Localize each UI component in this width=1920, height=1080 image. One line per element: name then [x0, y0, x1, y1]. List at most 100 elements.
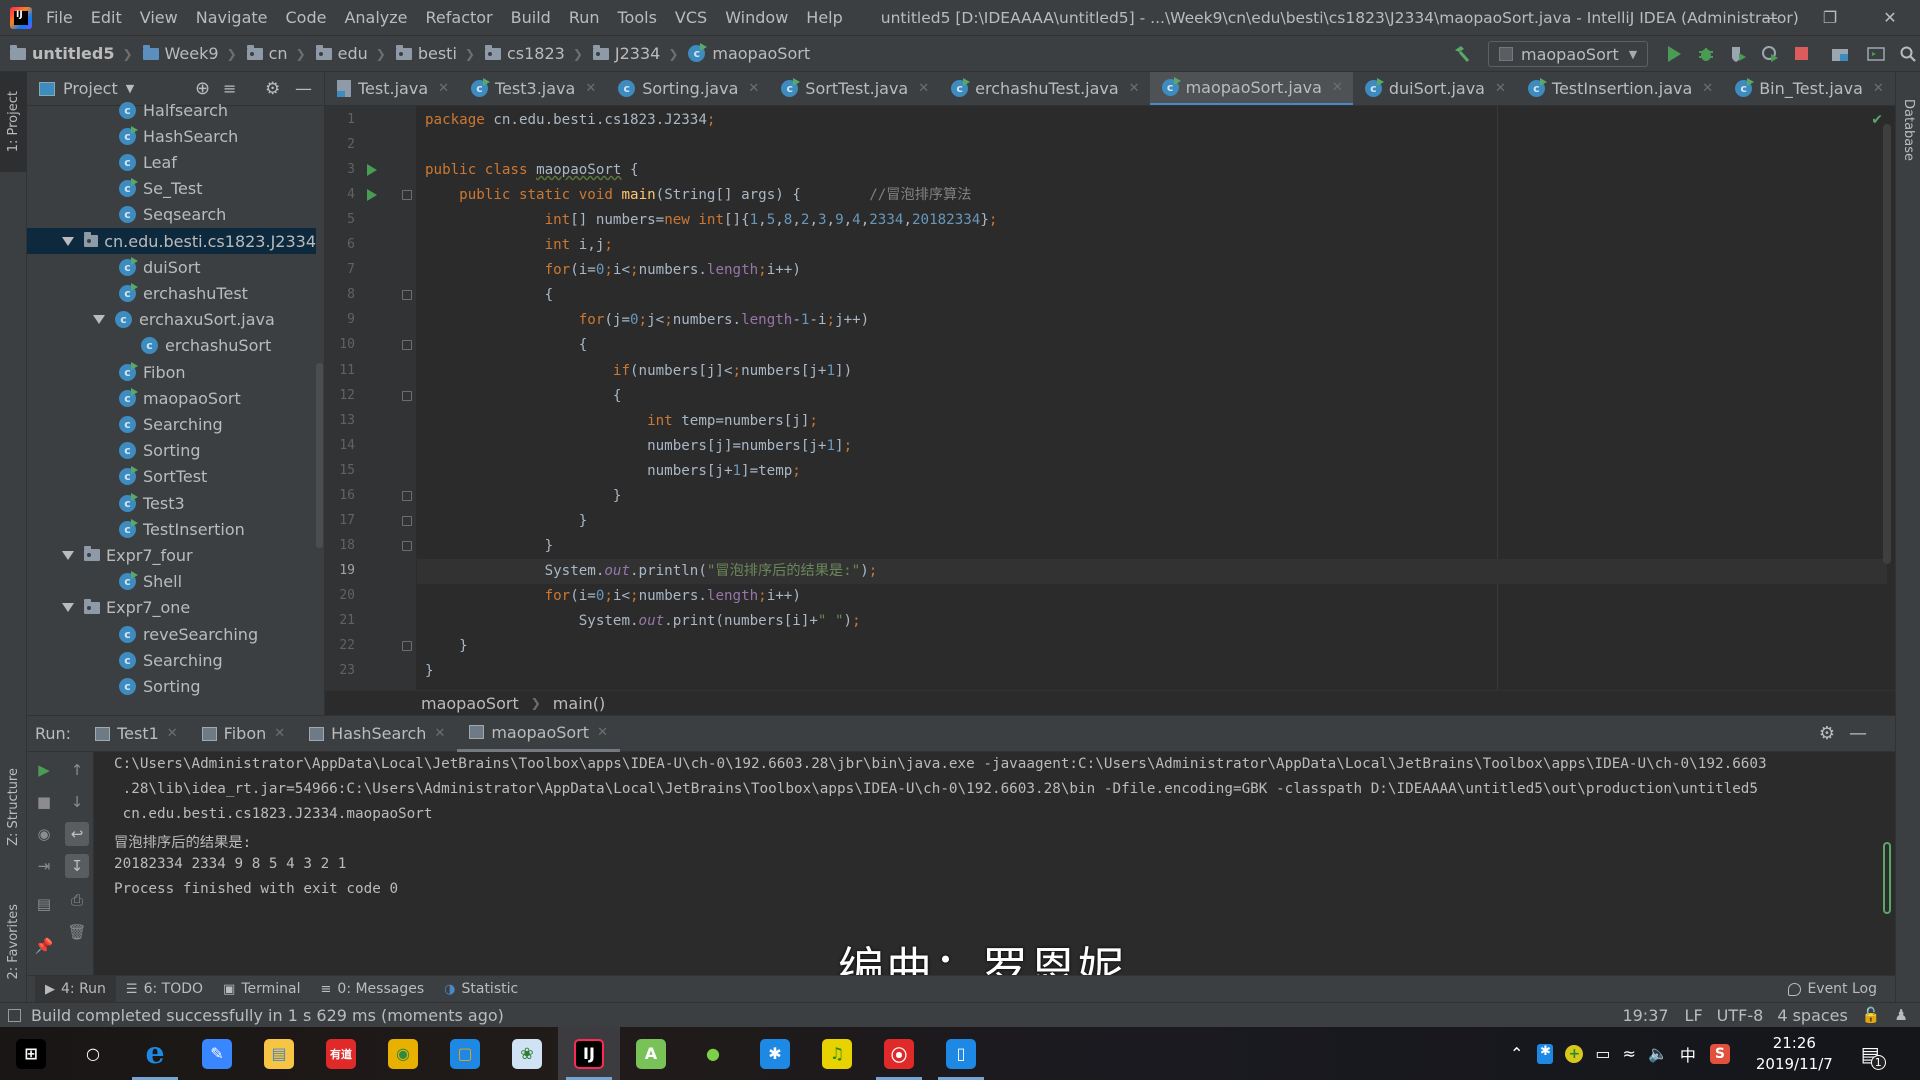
tree-item[interactable]: c Test3 — [27, 490, 316, 516]
structure-tool-tab[interactable]: Z: Structure — [0, 732, 27, 882]
dump-threads-icon[interactable]: ◉ — [32, 822, 56, 846]
indent-setting[interactable]: 4 spaces — [1777, 1006, 1848, 1025]
fold-marker-icon[interactable] — [402, 340, 412, 351]
expand-triangle-icon[interactable] — [62, 236, 74, 246]
tab-testinsertion-java[interactable]: c TestInsertion.java ✕ — [1516, 72, 1723, 105]
restore-button[interactable]: ❐ — [1800, 0, 1860, 35]
tool-tab-terminal[interactable]: ▣ Terminal — [213, 976, 310, 1002]
wifi-icon[interactable]: ≈ — [1623, 1044, 1636, 1063]
terminal-window-icon[interactable] — [1862, 40, 1890, 68]
tree-item[interactable]: c Halfsearch — [27, 97, 316, 123]
fold-marker-icon[interactable] — [402, 290, 412, 301]
close-tab-icon[interactable]: ✕ — [1129, 81, 1140, 96]
menu-file[interactable]: File — [46, 8, 73, 27]
tree-item[interactable]: c erchaxuSort.java — [27, 307, 316, 333]
console-scrollbar[interactable] — [1883, 842, 1891, 914]
event-log-button[interactable]: Event Log — [1788, 981, 1877, 997]
sogou-ime-icon[interactable]: S — [1709, 1043, 1730, 1064]
menu-analyze[interactable]: Analyze — [344, 8, 407, 27]
lock-icon[interactable]: 🔓 — [1862, 1006, 1881, 1024]
breadcrumb-item[interactable]: untitled5 ❯ — [10, 44, 133, 63]
tree-item[interactable]: c SortTest — [27, 464, 316, 490]
favorites-tool-tab[interactable]: 2: Favorites — [0, 862, 27, 1022]
breadcrumb-item[interactable]: cs1823 ❯ — [484, 44, 583, 63]
tab-test3-java[interactable]: c Test3.java ✕ — [459, 72, 606, 105]
fold-marker-icon[interactable] — [402, 190, 412, 201]
stop-icon[interactable]: ■ — [32, 790, 56, 814]
tree-item[interactable]: Expr7_one — [27, 595, 316, 621]
taskbar-paint[interactable]: ❀ — [496, 1027, 558, 1080]
taskbar-cortana[interactable]: ○ — [62, 1027, 124, 1080]
inspector-icon[interactable]: ♟ — [1895, 1006, 1908, 1024]
taskbar-start[interactable]: ⊞ — [0, 1027, 62, 1080]
run-tab-hashsearch[interactable]: HashSearch ✕ — [297, 716, 457, 752]
editor-scrollbar[interactable] — [1883, 124, 1891, 564]
tool-tab-4-run[interactable]: ▶ 4: Run — [35, 976, 116, 1002]
clear-all-trash-icon[interactable]: 🗑 — [65, 920, 89, 944]
tray-app-star-icon[interactable]: ✱ — [1537, 1043, 1554, 1064]
run-tab-fibon[interactable]: Fibon ✕ — [190, 716, 297, 752]
menu-build[interactable]: Build — [511, 8, 551, 27]
code-editor[interactable]: 1 2 3 4 5 6 7 8 9 10 11 12 13 14 15 16 17 18 19 20 21 22 23 pa… — [325, 106, 1895, 690]
run-with-coverage-icon[interactable] — [1724, 40, 1752, 68]
breadcrumb-item[interactable]: Week9 ❯ — [142, 44, 237, 63]
menu-code[interactable]: Code — [286, 8, 327, 27]
fold-marker-icon[interactable] — [402, 390, 412, 401]
run-tab-maopaosort[interactable]: maopaoSort ✕ — [457, 715, 620, 752]
build-hammer-icon[interactable] — [1448, 40, 1476, 68]
tool-tab-6-todo[interactable]: ☰ 6: TODO — [116, 976, 213, 1002]
chevron-down-icon[interactable]: ▼ — [126, 82, 134, 95]
close-tab-icon[interactable]: ✕ — [1495, 81, 1506, 96]
file-encoding[interactable]: UTF-8 — [1717, 1006, 1764, 1025]
fold-marker-icon[interactable] — [402, 515, 412, 526]
database-tool-tab[interactable]: Database — [1896, 80, 1920, 180]
tab-duisort-java[interactable]: c duiSort.java ✕ — [1353, 72, 1516, 105]
breadcrumb-method[interactable]: main() — [553, 694, 605, 713]
project-structure-icon[interactable] — [1826, 40, 1854, 68]
menu-tools[interactable]: Tools — [618, 8, 657, 27]
tree-item[interactable]: Expr7_four — [27, 542, 316, 568]
taskbar-file-explorer[interactable]: ▤ — [248, 1027, 310, 1080]
tool-tab-statistic[interactable]: ◑ Statistic — [434, 976, 528, 1002]
tab-test-java[interactable]: Test.java ✕ — [325, 72, 459, 105]
close-tab-icon[interactable]: ✕ — [274, 726, 285, 741]
run-gutter-icon[interactable] — [367, 189, 377, 202]
restore-layout-icon[interactable]: ⇥ — [32, 854, 56, 878]
tree-item[interactable]: c Searching — [27, 411, 316, 437]
battery-icon[interactable]: ▭ — [1595, 1044, 1610, 1063]
tree-item[interactable]: c Leaf — [27, 149, 316, 175]
tray-security-icon[interactable]: + — [1565, 1044, 1584, 1063]
breadcrumb-item[interactable]: J2334 ❯ — [592, 44, 678, 63]
taskbar-netease-music[interactable]: ⦿ — [868, 1027, 930, 1080]
caret-position[interactable]: 19:37 — [1622, 1006, 1668, 1025]
down-arrow-icon[interactable]: ↓ — [65, 790, 89, 814]
taskbar-music-app[interactable]: ♫ — [806, 1027, 868, 1080]
rerun-icon[interactable]: ▶ — [32, 758, 56, 782]
clock[interactable]: 21:26 2019/11/7 — [1756, 1033, 1833, 1075]
tree-item[interactable]: c Sorting — [27, 673, 316, 699]
debug-icon[interactable] — [1692, 40, 1720, 68]
tool-tab-0-messages[interactable]: ≡ 0: Messages — [311, 976, 435, 1002]
breadcrumb-item[interactable]: edu ❯ — [315, 44, 386, 63]
action-center-button[interactable]: ▤ 1 — [1861, 1042, 1886, 1070]
close-tab-icon[interactable]: ✕ — [167, 726, 178, 741]
expand-triangle-icon[interactable] — [62, 603, 74, 613]
close-tab-icon[interactable]: ✕ — [434, 726, 445, 741]
tree-item[interactable]: c reveSearching — [27, 621, 316, 647]
run-tab-test1[interactable]: Test1 ✕ — [83, 716, 190, 752]
tab-sorting-java[interactable]: c Sorting.java ✕ — [606, 72, 769, 105]
run-icon[interactable] — [1660, 40, 1688, 68]
breadcrumb-item[interactable]: c maopaoSort — [688, 43, 810, 63]
collapse-all-icon[interactable]: ≡ — [223, 79, 236, 98]
taskbar-app-star[interactable]: ✱ — [744, 1027, 806, 1080]
taskbar-chrome[interactable]: ◉ — [372, 1027, 434, 1080]
toggle-tool-windows-icon[interactable] — [8, 1008, 21, 1022]
close-tab-icon[interactable]: ✕ — [1702, 81, 1713, 96]
taskbar-youdao[interactable]: 有道 — [310, 1027, 372, 1080]
tree-item[interactable]: c maopaoSort — [27, 385, 316, 411]
project-tool-tab[interactable]: 1: Project — [0, 72, 27, 172]
line-separator[interactable]: LF — [1685, 1006, 1703, 1025]
taskbar-feishu-docs[interactable]: ✎ — [186, 1027, 248, 1080]
hide-panel-icon[interactable]: — — [1849, 723, 1867, 744]
settings-gear-icon[interactable]: ⚙ — [1819, 723, 1835, 744]
